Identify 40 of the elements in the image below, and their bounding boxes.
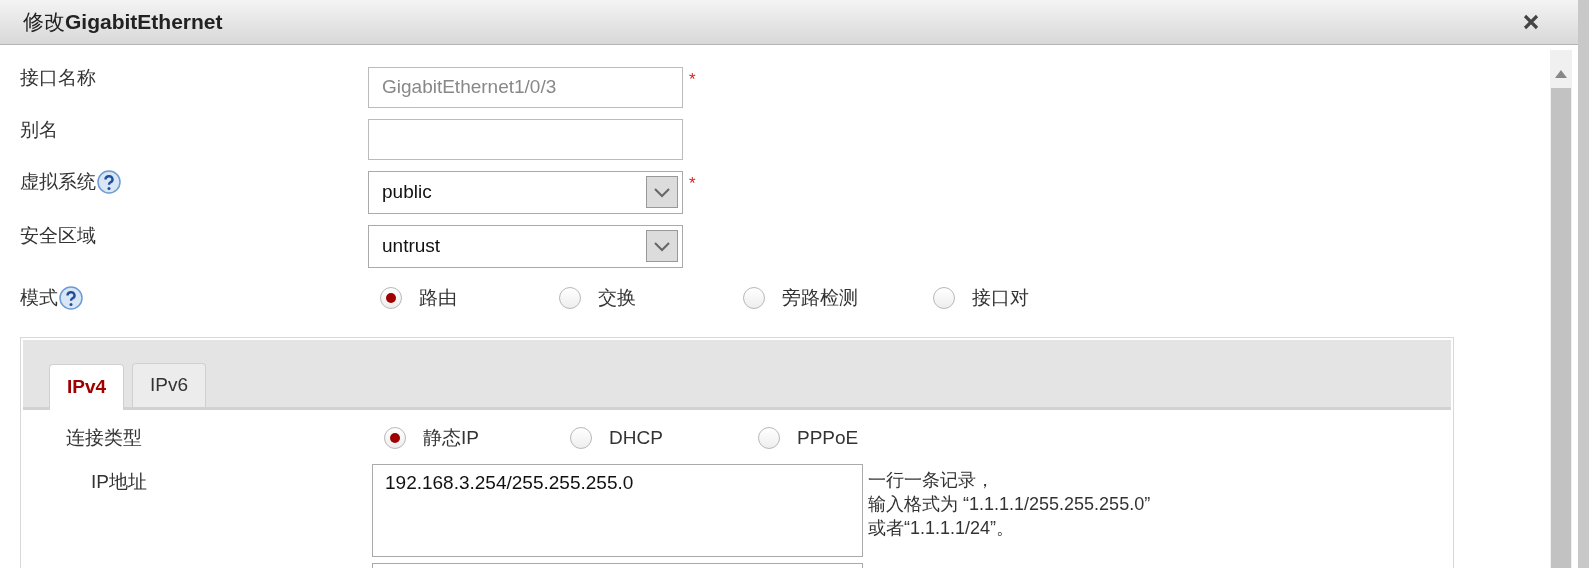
option-label[interactable]: 静态IP — [423, 423, 479, 453]
field-label: 接口名称 — [20, 66, 96, 90]
required-mark: * — [689, 173, 696, 195]
option-label[interactable]: 旁路检测 — [782, 283, 858, 313]
radio-button[interactable] — [743, 287, 765, 309]
tab[interactable]: IPv4 — [49, 364, 125, 410]
option-label[interactable]: 路由 — [419, 283, 457, 313]
close-icon[interactable] — [1523, 14, 1539, 30]
field-label: 连接类型 — [66, 425, 143, 450]
help-icon[interactable] — [59, 286, 83, 310]
radio-button[interactable] — [384, 427, 406, 449]
ip-address-field[interactable]: 192.168.3.254/255.255.255.0 — [372, 464, 863, 557]
scroll-up-icon[interactable] — [1555, 70, 1567, 78]
input-field[interactable] — [368, 118, 683, 160]
dialog-title: 修改GigabitEthernet — [23, 9, 223, 36]
dropdown[interactable]: public — [368, 170, 683, 214]
radio-button[interactable] — [380, 287, 402, 309]
radio-button[interactable] — [559, 287, 581, 309]
field-label: 虚拟系统 — [20, 170, 96, 194]
radio-button[interactable] — [570, 427, 592, 449]
field-label: IP地址 — [90, 470, 148, 494]
scrollbar[interactable] — [1550, 50, 1572, 568]
option-label[interactable]: 交换 — [598, 283, 636, 313]
field-label: 别名 — [20, 118, 58, 142]
radio-button[interactable] — [933, 287, 955, 309]
option-label[interactable]: PPPoE — [797, 423, 859, 453]
dropdown[interactable]: untrust — [368, 224, 683, 268]
help-icon[interactable] — [97, 170, 121, 195]
tab[interactable]: IPv6 — [132, 363, 207, 407]
disabled-input-field: GigabitEthernet1/0/3 — [368, 66, 683, 108]
hint-text: 输入格式为 “1.1.1.1/255.255.255.0” — [868, 493, 1151, 516]
hint-text: 一行一条记录， — [868, 469, 995, 492]
field-label: 模式 — [20, 285, 58, 310]
option-label[interactable]: 接口对 — [972, 283, 1029, 313]
required-mark: * — [689, 69, 696, 91]
hint-text: 或者“1.1.1.1/24”。 — [868, 517, 1016, 540]
radio-button[interactable] — [758, 427, 780, 449]
field-label: 安全区域 — [20, 224, 96, 248]
option-label[interactable]: DHCP — [609, 423, 663, 453]
scrollbar-thumb[interactable] — [1551, 88, 1571, 568]
